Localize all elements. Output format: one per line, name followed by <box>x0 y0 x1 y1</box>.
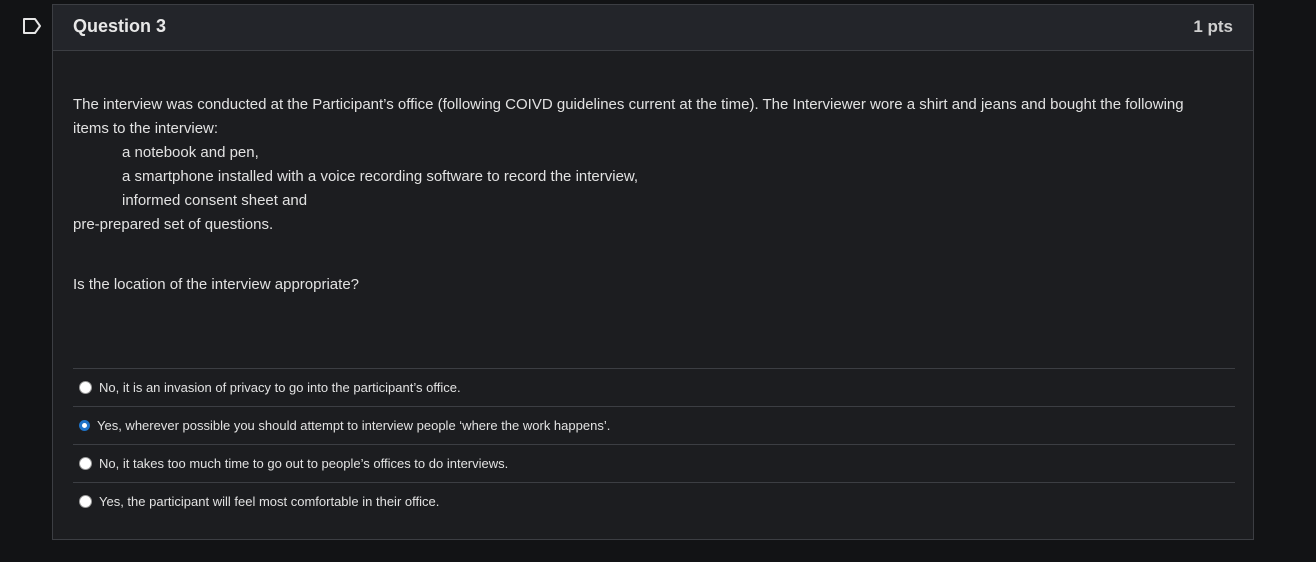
question-prompt: Is the location of the interview appropr… <box>73 276 360 293</box>
question-list-item: a notebook and pen, <box>122 144 259 161</box>
radio-button[interactable] <box>79 381 92 394</box>
question-closing: pre-prepared set of questions. <box>73 216 274 233</box>
answer-list: No, it is an invasion of privacy to go i… <box>73 368 1235 520</box>
flag-question-icon[interactable] <box>22 17 42 35</box>
radio-button-selected[interactable] <box>79 420 90 431</box>
radio-button[interactable] <box>79 457 92 470</box>
question-header: Question 3 1 pts <box>53 5 1253 51</box>
answer-option-4[interactable]: Yes, the participant will feel most comf… <box>73 482 1235 520</box>
question-list-item: informed consent sheet and <box>122 192 308 209</box>
question-points: 1 pts <box>1193 16 1233 36</box>
question-title: Question 3 <box>73 16 167 36</box>
answer-label: Yes, the participant will feel most comf… <box>99 494 440 509</box>
answer-option-2[interactable]: Yes, wherever possible you should attemp… <box>73 406 1235 444</box>
answer-option-3[interactable]: No, it takes too much time to go out to … <box>73 444 1235 482</box>
answer-label: Yes, wherever possible you should attemp… <box>97 418 611 433</box>
question-intro: The interview was conducted at the Parti… <box>73 96 1184 137</box>
question-list-item: a smartphone installed with a voice reco… <box>122 168 639 185</box>
answer-option-1[interactable]: No, it is an invasion of privacy to go i… <box>73 368 1235 406</box>
question-body: The interview was conducted at the Parti… <box>53 93 1253 297</box>
question-card: Question 3 1 pts The interview was condu… <box>52 4 1254 540</box>
radio-button[interactable] <box>79 495 92 508</box>
answer-label: No, it takes too much time to go out to … <box>99 456 509 471</box>
question-text: The interview was conducted at the Parti… <box>73 93 1223 237</box>
answer-label: No, it is an invasion of privacy to go i… <box>99 380 461 395</box>
